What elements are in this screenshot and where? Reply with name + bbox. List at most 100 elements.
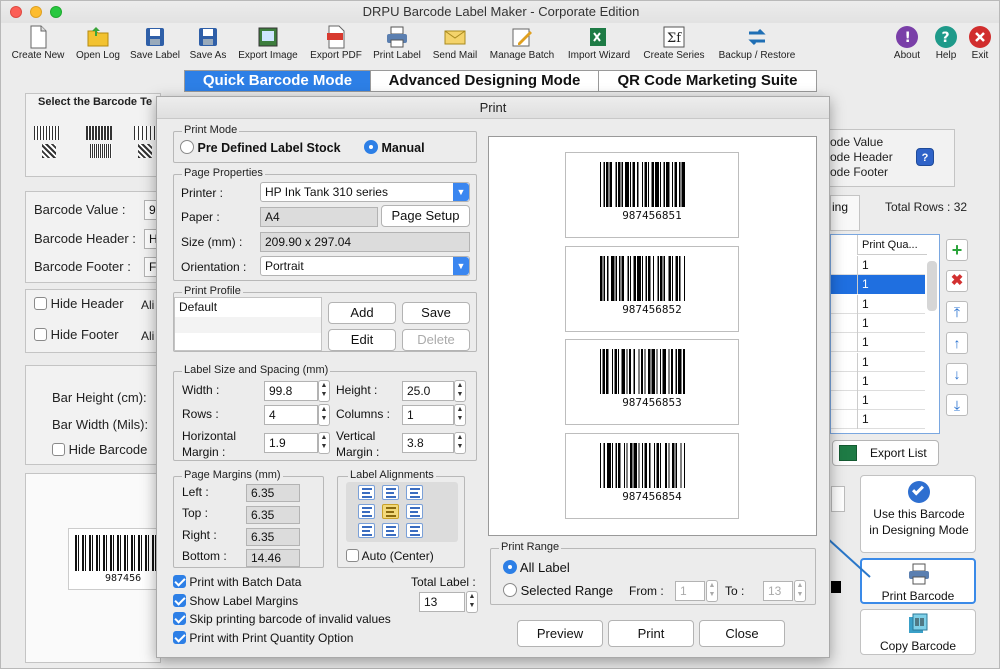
width-field[interactable]: 99.8 bbox=[264, 381, 318, 401]
show-label-margins-option[interactable]: Show Label Margins bbox=[173, 594, 298, 608]
print-quantity-column-header[interactable]: Print Qua... bbox=[857, 235, 927, 255]
from-stepper[interactable]: ▲ ▼ bbox=[706, 580, 718, 602]
all-label-radio[interactable] bbox=[503, 560, 517, 574]
horizontal-margin-stepper[interactable]: ▲ ▼ bbox=[318, 432, 330, 454]
alignment-cell-icon[interactable] bbox=[358, 504, 375, 519]
tab-qr-code-marketing-suite[interactable]: QR Code Marketing Suite bbox=[599, 71, 816, 91]
hide-barcode-option[interactable]: Hide Barcode bbox=[52, 442, 147, 457]
orientation-select[interactable]: Portrait ▼ bbox=[260, 256, 470, 276]
hide-header-checkbox[interactable] bbox=[34, 297, 47, 310]
total-label-stepper[interactable]: ▲ ▼ bbox=[466, 591, 478, 613]
table-row[interactable]: 1 bbox=[831, 391, 925, 411]
print-quantity-option[interactable]: Print with Print Quantity Option bbox=[173, 631, 353, 645]
from-field[interactable]: 1 bbox=[675, 581, 705, 601]
add-profile-button[interactable]: Add bbox=[328, 302, 396, 324]
table-row[interactable]: 1 bbox=[831, 256, 925, 275]
show-margins-checkbox[interactable] bbox=[173, 594, 186, 607]
delete-row-icon[interactable]: ✖ bbox=[946, 270, 968, 292]
table-row[interactable]: 1 bbox=[831, 333, 925, 353]
hide-barcode-checkbox[interactable] bbox=[52, 443, 65, 456]
table-row[interactable]: 1 bbox=[831, 371, 925, 391]
print-batch-data-option[interactable]: Print with Batch Data bbox=[173, 575, 301, 589]
rows-field[interactable]: 4 bbox=[264, 405, 318, 425]
minimize-window-icon[interactable] bbox=[30, 6, 42, 18]
bottom-margin-field[interactable]: 14.46 bbox=[246, 549, 300, 567]
profile-item[interactable]: Default bbox=[175, 298, 321, 316]
hide-footer-option[interactable]: Hide Footer bbox=[34, 327, 119, 342]
vertical-margin-stepper[interactable]: ▲ ▼ bbox=[454, 432, 466, 454]
alignment-cell-icon[interactable] bbox=[406, 523, 423, 538]
table-row[interactable]: 1 bbox=[831, 275, 925, 295]
rows-stepper[interactable]: ▲ ▼ bbox=[318, 404, 330, 426]
predefined-radio[interactable] bbox=[180, 140, 194, 154]
exit-button[interactable]: Exit bbox=[965, 23, 995, 69]
barcode-type-thumb[interactable] bbox=[86, 126, 112, 140]
tab-advanced-designing-mode[interactable]: Advanced Designing Mode bbox=[371, 71, 599, 91]
export-pdf-button[interactable]: Export PDF bbox=[305, 23, 367, 69]
height-field[interactable]: 25.0 bbox=[402, 381, 454, 401]
move-up-icon[interactable]: ↑ bbox=[946, 332, 968, 354]
add-row-icon[interactable]: + bbox=[946, 239, 968, 261]
export-image-button[interactable]: Export Image bbox=[233, 23, 303, 69]
barcode-type-thumb[interactable] bbox=[42, 144, 56, 158]
use-in-designing-mode-button[interactable]: Use this Barcode in Designing Mode bbox=[860, 475, 976, 553]
print-label-button[interactable]: Print Label bbox=[369, 23, 425, 69]
quantity-cell[interactable]: 1 bbox=[857, 391, 925, 411]
tab-fragment[interactable]: ing bbox=[830, 195, 860, 231]
alignment-cell-icon[interactable] bbox=[382, 523, 399, 538]
open-log-button[interactable]: Open Log bbox=[71, 23, 125, 69]
hide-footer-checkbox[interactable] bbox=[34, 328, 47, 341]
table-row[interactable]: 1 bbox=[831, 294, 925, 314]
top-margin-field[interactable]: 6.35 bbox=[246, 506, 300, 524]
auto-center-option[interactable]: Auto (Center) bbox=[346, 549, 434, 563]
selected-range-radio[interactable] bbox=[503, 583, 517, 597]
save-label-button[interactable]: Save Label bbox=[127, 23, 183, 69]
print-barcode-button[interactable]: Print Barcode bbox=[860, 558, 976, 604]
manage-batch-button[interactable]: Manage Batch bbox=[485, 23, 559, 69]
print-button[interactable]: Print bbox=[608, 620, 694, 647]
create-new-button[interactable]: Create New bbox=[7, 23, 69, 69]
copy-barcode-button[interactable]: Copy Barcode bbox=[860, 609, 976, 655]
skip-invalid-checkbox[interactable] bbox=[173, 612, 186, 625]
right-margin-field[interactable]: 6.35 bbox=[246, 528, 300, 546]
quantity-cell[interactable]: 1 bbox=[857, 352, 925, 372]
quantity-cell[interactable]: 1 bbox=[857, 410, 925, 430]
alignment-cell-icon[interactable] bbox=[358, 523, 375, 538]
printer-select[interactable]: HP Ink Tank 310 series ▼ bbox=[260, 182, 470, 202]
selected-range-option[interactable]: Selected Range bbox=[503, 583, 613, 598]
save-as-button[interactable]: Save As bbox=[185, 23, 231, 69]
close-window-icon[interactable] bbox=[10, 6, 22, 18]
horizontal-margin-field[interactable]: 1.9 bbox=[264, 433, 318, 453]
vertical-margin-field[interactable]: 3.8 bbox=[402, 433, 454, 453]
table-row[interactable]: 1 bbox=[831, 313, 925, 333]
create-series-button[interactable]: Σf Create Series bbox=[639, 23, 709, 69]
zoom-window-icon[interactable] bbox=[50, 6, 62, 18]
quantity-cell[interactable]: 1 bbox=[857, 256, 925, 275]
hide-header-option[interactable]: Hide Header bbox=[34, 296, 124, 311]
help-question-icon[interactable]: ? bbox=[916, 148, 934, 166]
alignment-cell-icon[interactable] bbox=[382, 485, 399, 500]
close-button[interactable]: Close bbox=[699, 620, 785, 647]
all-label-option[interactable]: All Label bbox=[503, 560, 570, 575]
backup-restore-button[interactable]: Backup / Restore bbox=[711, 23, 803, 69]
total-label-field[interactable]: 13 bbox=[419, 592, 465, 612]
page-setup-button[interactable]: Page Setup bbox=[381, 205, 470, 227]
send-mail-button[interactable]: Send Mail bbox=[427, 23, 483, 69]
alignment-cell-icon[interactable] bbox=[406, 504, 423, 519]
quantity-cell[interactable]: 1 bbox=[857, 371, 925, 391]
skip-invalid-option[interactable]: Skip printing barcode of invalid values bbox=[173, 612, 391, 626]
side-field[interactable] bbox=[831, 486, 845, 512]
width-stepper[interactable]: ▲ ▼ bbox=[318, 380, 330, 402]
edit-profile-button[interactable]: Edit bbox=[328, 329, 396, 351]
table-row[interactable]: 1 bbox=[831, 352, 925, 372]
columns-stepper[interactable]: ▲ ▼ bbox=[454, 404, 466, 426]
help-button[interactable]: ? Help bbox=[929, 23, 963, 69]
table-scrollbar[interactable] bbox=[927, 261, 937, 311]
height-stepper[interactable]: ▲ ▼ bbox=[454, 380, 466, 402]
to-stepper[interactable]: ▲ ▼ bbox=[794, 580, 806, 602]
auto-center-checkbox[interactable] bbox=[346, 549, 359, 562]
preview-button[interactable]: Preview bbox=[517, 620, 603, 647]
print-quantity-checkbox[interactable] bbox=[173, 631, 186, 644]
barcode-type-thumb[interactable] bbox=[138, 144, 152, 158]
quantity-cell[interactable]: 1 bbox=[857, 333, 925, 353]
